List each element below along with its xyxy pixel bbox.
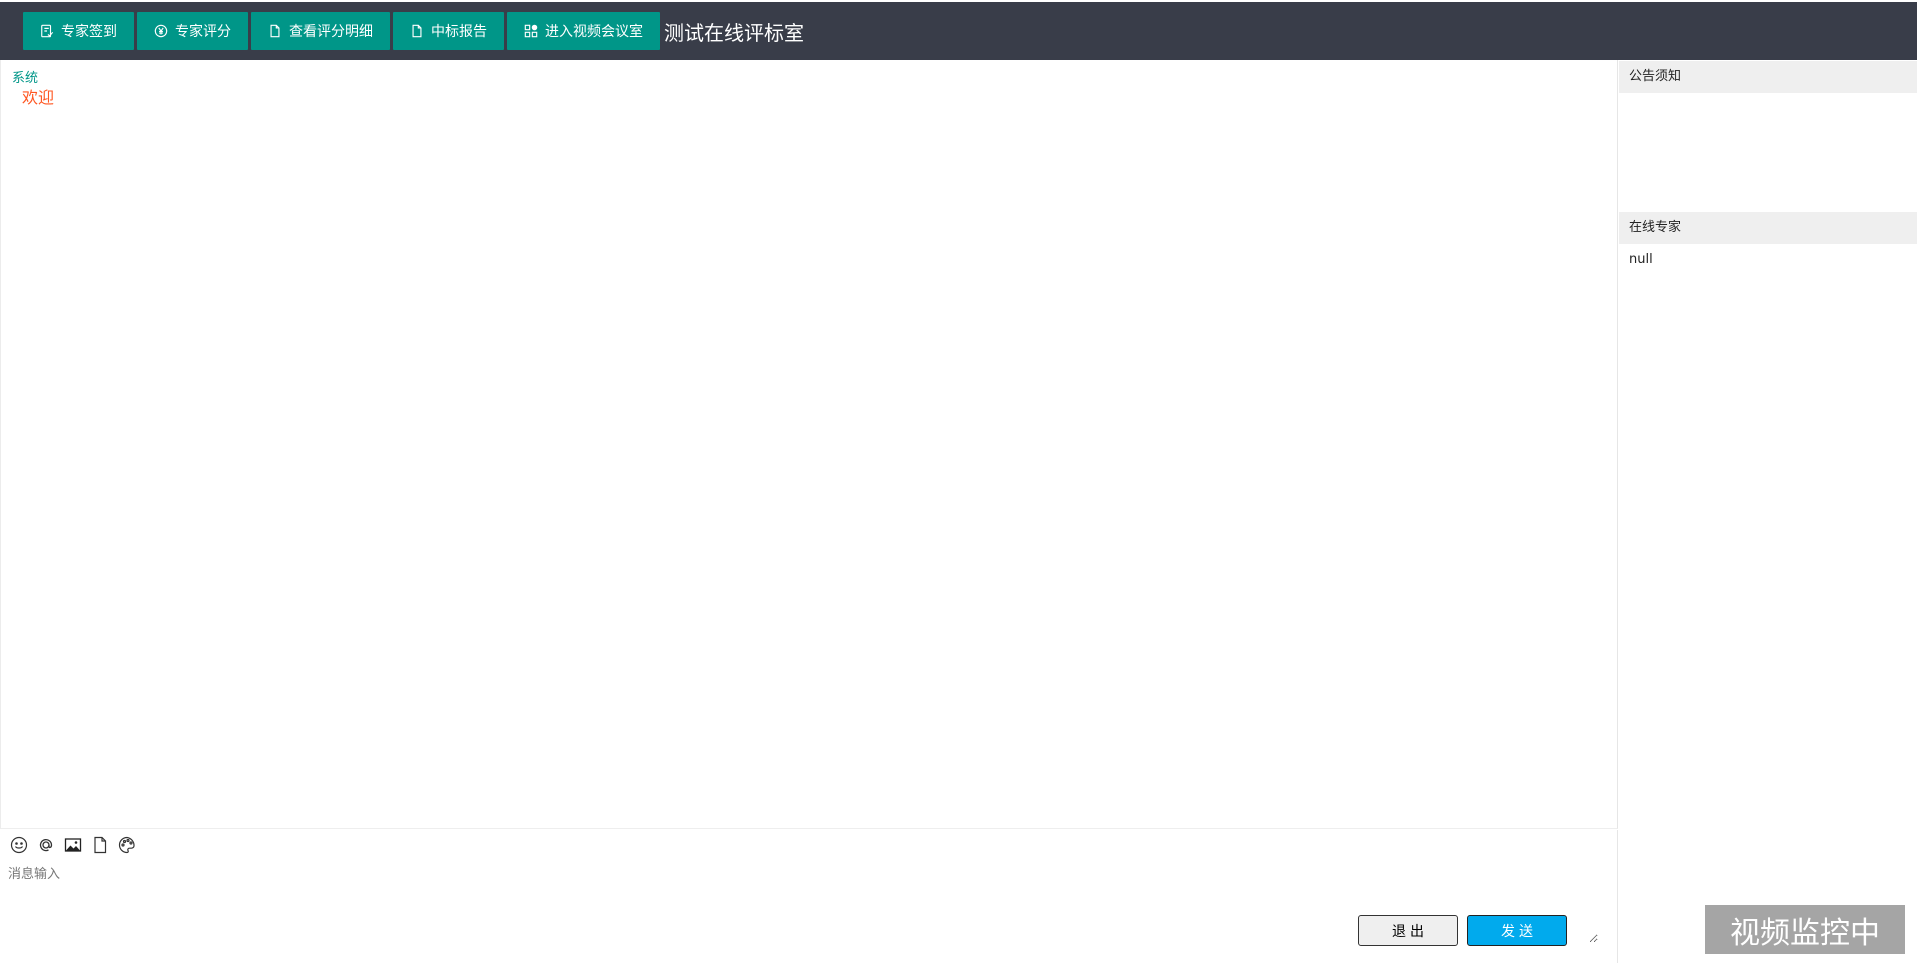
online-experts-header: 在线专家 <box>1619 212 1917 244</box>
bid-report-button[interactable]: 中标报告 <box>393 12 504 50</box>
enter-video-room-button[interactable]: 进入视频会议室 <box>507 12 660 50</box>
top-toolbar: 专家签到 专家评分 查看评分明细 中标报告 进入视频会议室 测试在线评标室 <box>0 2 1917 60</box>
sign-in-icon <box>40 24 54 38</box>
message-sender: 系统 <box>12 71 39 86</box>
chat-message-area[interactable]: 系统 欢迎 <box>0 60 1618 829</box>
at-icon[interactable] <box>36 835 56 855</box>
apps-icon <box>524 24 538 38</box>
online-expert-item: null <box>1629 252 1653 267</box>
expert-score-button[interactable]: 专家评分 <box>137 12 248 50</box>
composer-tools <box>9 835 144 855</box>
file-icon <box>410 24 424 38</box>
view-score-details-button[interactable]: 查看评分明细 <box>251 12 390 50</box>
enter-video-room-label: 进入视频会议室 <box>545 24 643 40</box>
room-title: 测试在线评标室 <box>664 20 804 45</box>
video-monitoring-badge: 视频监控中 <box>1705 905 1905 954</box>
image-icon[interactable] <box>63 835 83 855</box>
file-icon <box>268 24 282 38</box>
expert-sign-in-label: 专家签到 <box>61 24 117 40</box>
chat-message: 系统 欢迎 <box>12 71 54 108</box>
palette-icon[interactable] <box>117 835 137 855</box>
page: 专家签到 专家评分 查看评分明细 中标报告 进入视频会议室 测试在线评标室 系统… <box>0 0 1917 963</box>
file-icon[interactable] <box>90 835 110 855</box>
expert-score-label: 专家评分 <box>175 24 231 40</box>
send-button[interactable]: 发送 <box>1467 915 1567 946</box>
online-experts-list: null <box>1629 252 1653 267</box>
bid-report-label: 中标报告 <box>431 24 487 40</box>
right-sidebar: 公告须知 在线专家 null <box>1619 60 1917 963</box>
exit-button[interactable]: 退出 <box>1358 915 1458 946</box>
smile-icon[interactable] <box>9 835 29 855</box>
expert-sign-in-button[interactable]: 专家签到 <box>23 12 134 50</box>
view-score-details-label: 查看评分明细 <box>289 24 373 40</box>
message-text: 欢迎 <box>22 88 55 107</box>
notice-header: 公告须知 <box>1619 61 1917 93</box>
yen-icon <box>154 24 168 38</box>
